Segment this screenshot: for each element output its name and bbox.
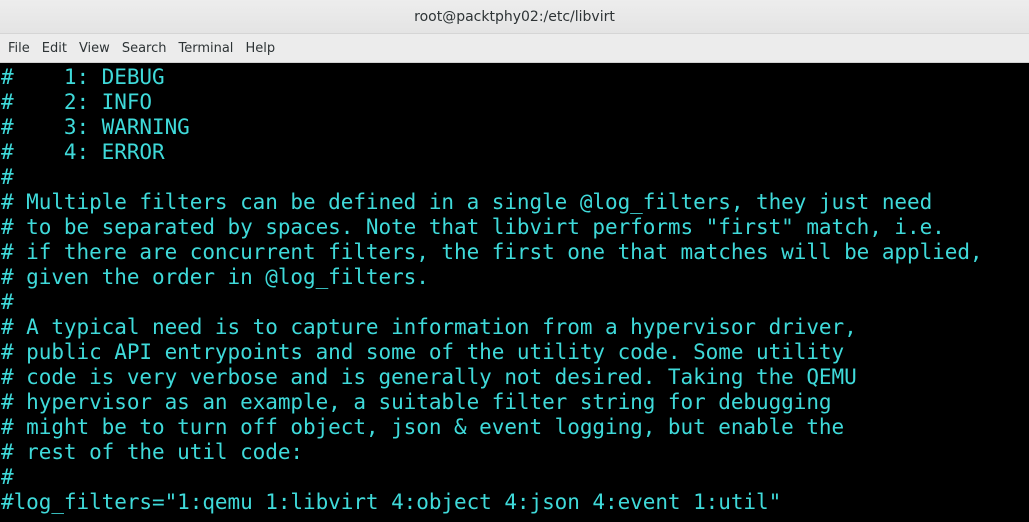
terminal-line: # rest of the util code: <box>1 440 303 464</box>
terminal-line: # Multiple filters can be defined in a s… <box>1 190 933 214</box>
terminal-line: # 3: WARNING <box>1 115 190 139</box>
terminal-line: # <box>1 290 14 314</box>
terminal-line: # 4: ERROR <box>1 140 165 164</box>
terminal-line: # if there are concurrent filters, the f… <box>1 240 983 264</box>
menu-terminal[interactable]: Terminal <box>172 34 239 62</box>
menu-help[interactable]: Help <box>239 34 281 62</box>
terminal-output[interactable]: # 1: DEBUG # 2: INFO # 3: WARNING # 4: E… <box>0 63 1029 522</box>
terminal-line: # 1: DEBUG <box>1 65 165 89</box>
menu-view[interactable]: View <box>73 34 116 62</box>
menu-search[interactable]: Search <box>116 34 173 62</box>
title-bar[interactable]: root@packtphy02:/etc/libvirt <box>0 0 1029 34</box>
terminal-line: # given the order in @log_filters. <box>1 265 429 289</box>
terminal-line: # public API entrypoints and some of the… <box>1 340 845 364</box>
terminal-line: # to be separated by spaces. Note that l… <box>1 215 945 239</box>
terminal-line: # A typical need is to capture informati… <box>1 315 857 339</box>
menu-file[interactable]: File <box>2 34 36 62</box>
terminal-line: #log_filters="1:qemu 1:libvirt 4:object … <box>1 490 782 514</box>
terminal-line: # code is very verbose and is generally … <box>1 365 857 389</box>
terminal-line: # <box>1 165 14 189</box>
terminal-line: # might be to turn off object, json & ev… <box>1 415 845 439</box>
terminal-line: # hypervisor as an example, a suitable f… <box>1 390 832 414</box>
terminal-window: root@packtphy02:/etc/libvirt File Edit V… <box>0 0 1029 522</box>
menu-edit[interactable]: Edit <box>36 34 73 62</box>
terminal-line: # 2: INFO <box>1 90 152 114</box>
window-title: root@packtphy02:/etc/libvirt <box>414 8 615 25</box>
terminal-line: # <box>1 465 14 489</box>
menu-bar: File Edit View Search Terminal Help <box>0 34 1029 63</box>
